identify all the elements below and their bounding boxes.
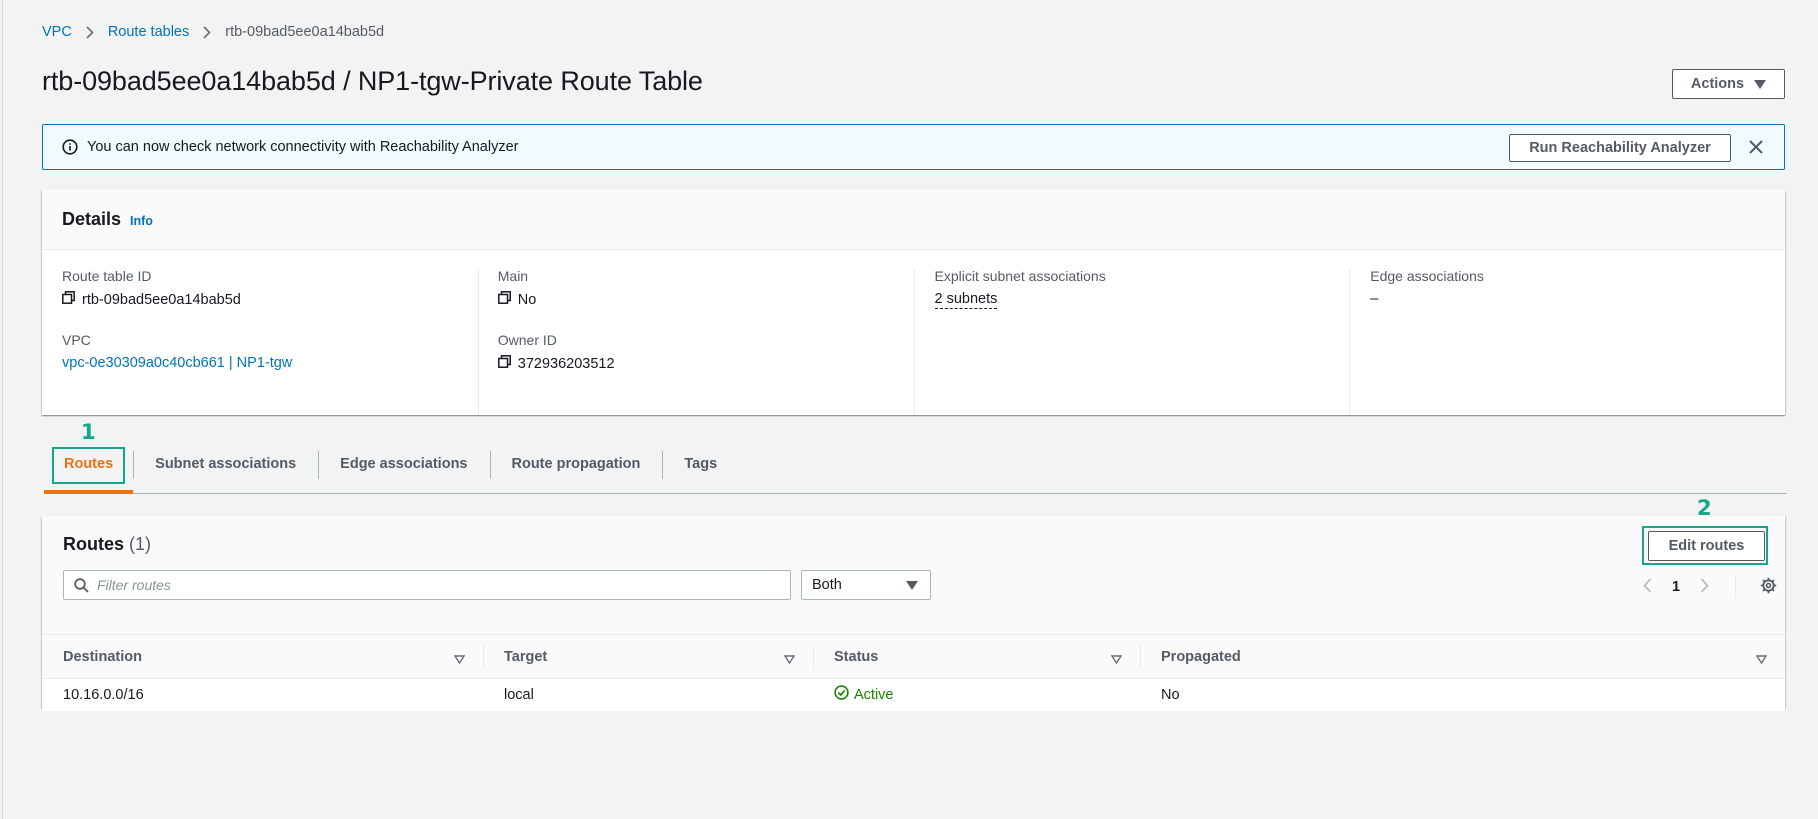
route-table-id-value: rtb-09bad5ee0a14bab5d xyxy=(82,291,241,308)
vpc-label: VPC xyxy=(62,332,91,348)
copy-icon[interactable] xyxy=(497,291,511,308)
chevron-right-icon xyxy=(86,25,94,39)
page-left-border xyxy=(2,0,3,819)
chevron-left-icon[interactable] xyxy=(1643,577,1652,597)
current-page[interactable]: 1 xyxy=(1672,579,1680,595)
filter-routes-input[interactable] xyxy=(97,577,777,593)
breadcrumb-current: rtb-09bad5ee0a14bab5d xyxy=(225,24,385,40)
success-check-icon xyxy=(834,685,849,704)
sort-caret-icon[interactable] xyxy=(783,652,796,668)
details-title: Details xyxy=(62,209,122,229)
details-column-1: Route table ID rtb-09bad5ee0a14bab5d VPC… xyxy=(42,268,478,415)
column-header-label: Destination xyxy=(63,648,142,665)
destination-cell: 10.16.0.0/16 xyxy=(63,686,144,703)
breadcrumb: VPC Route tables rtb-09bad5ee0a14bab5d xyxy=(42,24,384,40)
owner-id-value: 372936203512 xyxy=(517,355,615,372)
route-table-id-label: Route table ID xyxy=(62,268,152,284)
explicit-subnet-associations-value[interactable]: 2 subnets xyxy=(934,291,998,309)
target-cell: local xyxy=(504,686,534,703)
details-panel: Details Info Route table ID rtb-09bad5ee… xyxy=(42,190,1785,415)
details-column-2: Main No Owner ID 372936203512 xyxy=(477,268,914,415)
details-column-4: Edge associations – xyxy=(1349,268,1785,415)
chevron-right-icon xyxy=(203,25,211,39)
actions-button[interactable]: Actions xyxy=(1672,69,1785,99)
pagination: 1 xyxy=(1643,576,1777,598)
tab-edge-associations[interactable]: Edge associations xyxy=(318,440,489,493)
sort-caret-icon[interactable] xyxy=(1755,652,1768,668)
table-row[interactable]: 10.16.0.0/16 local Active No xyxy=(42,679,1785,711)
status-cell: Active xyxy=(813,679,1140,711)
info-flashbar: You can now check network connectivity w… xyxy=(42,124,1785,170)
actions-button-label: Actions xyxy=(1690,76,1745,92)
details-column-3: Explicit subnet associations 2 subnets xyxy=(913,268,1350,415)
routes-table-header: Destination Target Status Propagated xyxy=(42,634,1785,679)
edge-associations-label: Edge associations xyxy=(1370,268,1484,284)
chevron-right-icon[interactable] xyxy=(1700,577,1709,597)
column-header-label: Propagated xyxy=(1161,648,1241,665)
details-header: Details Info xyxy=(42,190,1785,250)
tab-tags[interactable]: Tags xyxy=(662,440,739,493)
breadcrumb-vpc[interactable]: VPC xyxy=(42,24,72,40)
vpc-link[interactable]: vpc-0e30309a0c40cb661 | NP1-tgw xyxy=(62,355,292,371)
status-text: Active xyxy=(854,686,894,703)
pager-divider xyxy=(1735,576,1737,598)
caret-down-icon xyxy=(906,580,918,590)
column-header-target[interactable]: Target xyxy=(483,634,813,679)
copy-icon[interactable] xyxy=(497,355,511,372)
route-filter-select[interactable]: Both xyxy=(801,570,931,600)
tab-route-propagation[interactable]: Route propagation xyxy=(489,440,663,493)
route-filter-select-value: Both xyxy=(812,577,842,593)
search-icon xyxy=(74,577,89,593)
tab-list: Routes Subnet associations Edge associat… xyxy=(44,440,1787,494)
column-header-label: Target xyxy=(504,648,548,665)
column-header-destination[interactable]: Destination xyxy=(42,634,483,679)
status-badge: Active xyxy=(834,685,894,704)
details-info-link[interactable]: Info xyxy=(130,214,153,228)
column-header-status[interactable]: Status xyxy=(813,634,1140,679)
owner-id-label: Owner ID xyxy=(497,332,557,348)
flash-message: You can now check network connectivity w… xyxy=(87,139,519,155)
routes-title-text: Routes xyxy=(63,534,125,554)
annotation-highlight-2 xyxy=(1642,526,1768,565)
main-label: Main xyxy=(497,268,529,284)
column-header-propagated[interactable]: Propagated xyxy=(1140,634,1785,679)
routes-panel: Routes (1) Edit routes Both 1 xyxy=(42,516,1785,711)
close-icon[interactable] xyxy=(1748,139,1764,159)
explicit-subnet-associations-label: Explicit subnet associations xyxy=(934,268,1106,284)
sort-caret-icon[interactable] xyxy=(453,652,466,668)
routes-title: Routes (1) xyxy=(63,534,151,555)
main-value: No xyxy=(517,291,537,308)
edge-associations-value: – xyxy=(1370,291,1379,307)
settings-gear-icon[interactable] xyxy=(1760,577,1777,598)
copy-icon[interactable] xyxy=(62,291,75,308)
filter-routes-field[interactable] xyxy=(63,570,791,600)
breadcrumb-route-tables[interactable]: Route tables xyxy=(108,24,189,40)
routes-table: Destination Target Status Propagated 10.… xyxy=(42,634,1785,711)
info-icon xyxy=(62,139,78,159)
run-reachability-analyzer-button[interactable]: Run Reachability Analyzer xyxy=(1509,134,1731,162)
propagated-cell: No xyxy=(1161,686,1180,703)
column-header-label: Status xyxy=(834,648,879,665)
tab-subnet-associations[interactable]: Subnet associations xyxy=(133,440,318,493)
sort-caret-icon[interactable] xyxy=(1110,652,1123,668)
caret-down-icon xyxy=(1754,79,1767,89)
page-title: rtb-09bad5ee0a14bab5d / NP1-tgw-Private … xyxy=(42,66,703,96)
routes-count: (1) xyxy=(129,534,152,554)
annotation-highlight-1 xyxy=(52,447,125,484)
